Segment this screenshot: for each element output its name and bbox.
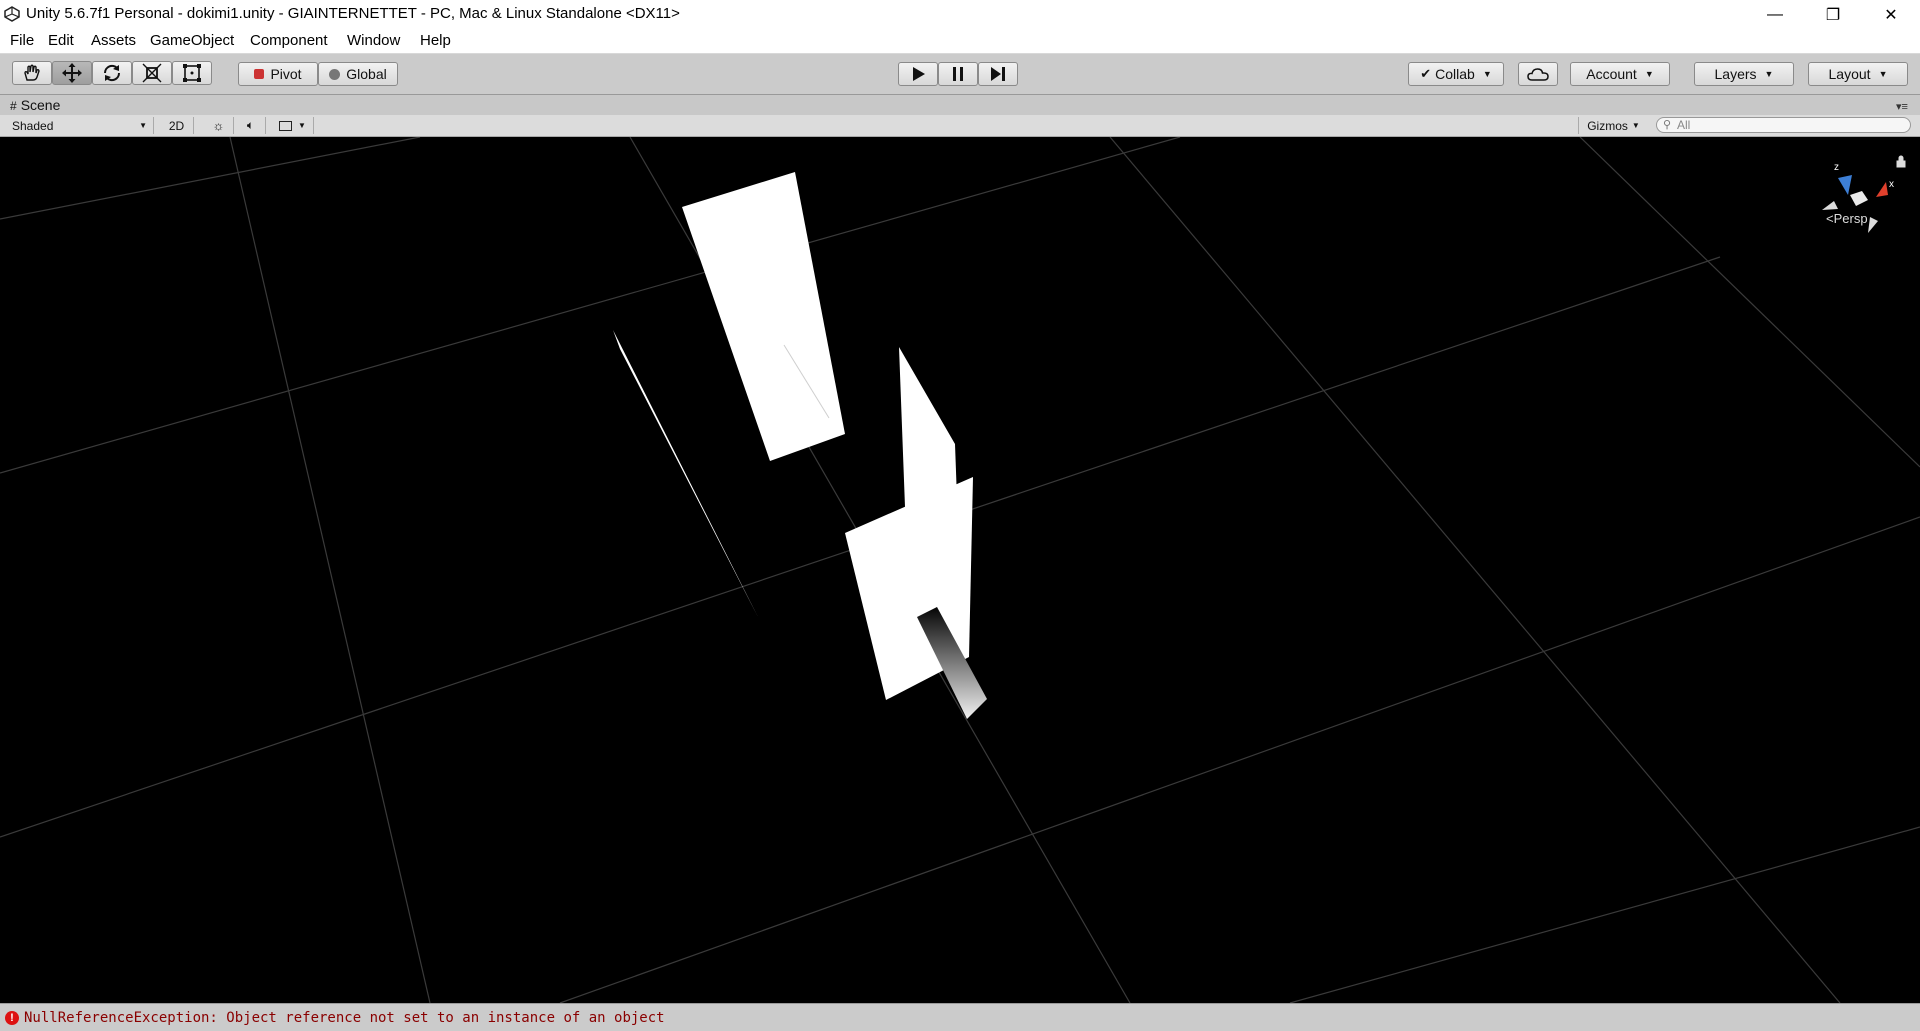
account-label: Account bbox=[1586, 66, 1637, 82]
axis-z-cone[interactable] bbox=[1838, 175, 1852, 195]
globe-icon bbox=[329, 68, 341, 80]
play-icon bbox=[913, 67, 925, 81]
persp-label[interactable]: <Persp bbox=[1826, 211, 1868, 226]
scene-viewport[interactable]: z x <Persp bbox=[0, 137, 1920, 1003]
rotate-tool-button[interactable] bbox=[92, 61, 132, 85]
menu-edit[interactable]: Edit bbox=[48, 32, 74, 49]
axis-z-label: z bbox=[1834, 162, 1839, 173]
step-icon bbox=[991, 67, 1005, 81]
search-placeholder: All bbox=[1677, 118, 1691, 132]
dropdown-caret-icon: ▼ bbox=[1631, 121, 1640, 130]
step-button[interactable] bbox=[978, 62, 1018, 86]
tab-scene[interactable]: # Scene bbox=[10, 97, 60, 113]
shading-mode-label: Shaded bbox=[12, 118, 54, 133]
error-icon: ! bbox=[5, 1011, 19, 1025]
move-tool-button[interactable] bbox=[52, 61, 92, 85]
dropdown-caret-icon: ▼ bbox=[139, 121, 147, 130]
status-bar[interactable]: ! NullReferenceException: Object referen… bbox=[0, 1003, 1920, 1031]
menu-component[interactable]: Component bbox=[250, 32, 328, 49]
hand-tool-button[interactable] bbox=[12, 61, 52, 85]
axis-neg-y-cone[interactable] bbox=[1868, 217, 1878, 233]
global-label: Global bbox=[346, 66, 387, 82]
restore-button[interactable]: ❐ bbox=[1804, 0, 1862, 29]
menu-help[interactable]: Help bbox=[420, 32, 451, 49]
shading-mode-dropdown[interactable]: Shaded ▼ bbox=[4, 117, 154, 134]
rotate-icon bbox=[103, 64, 121, 82]
account-dropdown[interactable]: Account ▼ bbox=[1570, 62, 1670, 86]
dropdown-caret-icon: ▼ bbox=[1482, 69, 1492, 79]
menu-gameobject[interactable]: GameObject bbox=[150, 32, 234, 49]
orientation-gizmo[interactable]: z x <Persp bbox=[1822, 155, 1906, 233]
menu-bar: File Edit Assets GameObject Component Wi… bbox=[0, 29, 1920, 54]
dropdown-caret-icon: ▼ bbox=[1878, 69, 1888, 79]
menu-assets[interactable]: Assets bbox=[91, 32, 136, 49]
white-quad-top[interactable] bbox=[682, 172, 845, 461]
axis-x-cone[interactable] bbox=[1876, 182, 1888, 197]
title-bar: Unity 5.6.7f1 Personal - dokimi1.unity -… bbox=[0, 0, 1920, 29]
audio-toggle-button[interactable]: 🔈︎ bbox=[236, 117, 266, 134]
scene-view-canvas[interactable]: z x <Persp bbox=[0, 137, 1920, 1003]
effects-dropdown[interactable]: ▼ bbox=[272, 117, 314, 134]
pivot-label: Pivot bbox=[270, 66, 302, 82]
white-vertical-plane[interactable] bbox=[899, 347, 957, 507]
pivot-toggle-button[interactable]: Pivot bbox=[238, 62, 318, 86]
scale-icon bbox=[142, 63, 162, 83]
checkmark-icon: ✔ bbox=[1420, 66, 1432, 81]
hand-icon bbox=[24, 64, 40, 81]
tab-scene-label: Scene bbox=[20, 97, 61, 113]
gizmos-dropdown[interactable]: Gizmos ▼ bbox=[1578, 117, 1648, 134]
toggle-2d-label: 2D bbox=[168, 118, 185, 133]
sun-icon: ☼ bbox=[212, 118, 225, 133]
unity-logo-icon bbox=[4, 6, 20, 22]
gizmos-label: Gizmos bbox=[1587, 118, 1628, 133]
minimize-button[interactable]: — bbox=[1746, 0, 1804, 29]
toggle-2d-button[interactable]: 2D bbox=[160, 117, 194, 134]
search-icon: ⚲ bbox=[1663, 119, 1672, 131]
lighting-toggle-button[interactable]: ☼ bbox=[204, 117, 234, 134]
rect-icon bbox=[183, 64, 201, 82]
cloud-icon bbox=[1527, 68, 1549, 81]
grid-icon: # bbox=[10, 99, 17, 113]
speaker-icon: 🔈︎ bbox=[246, 118, 255, 132]
menu-window[interactable]: Window bbox=[347, 32, 400, 49]
pause-icon bbox=[953, 67, 963, 81]
axis-neg-x-cone[interactable] bbox=[1822, 201, 1838, 210]
close-button[interactable]: ✕ bbox=[1862, 0, 1920, 29]
axis-x-label: x bbox=[1889, 179, 1894, 190]
padlock-icon[interactable] bbox=[1896, 155, 1906, 168]
layout-dropdown[interactable]: Layout ▼ bbox=[1808, 62, 1908, 86]
collab-dropdown[interactable]: ✔ Collab ▼ bbox=[1408, 62, 1504, 86]
dropdown-caret-icon: ▼ bbox=[298, 121, 306, 130]
gizmo-center-cube[interactable] bbox=[1850, 191, 1868, 206]
global-toggle-button[interactable]: Global bbox=[318, 62, 398, 86]
scene-search-input[interactable]: ⚲ All bbox=[1656, 117, 1911, 133]
main-toolbar: Pivot Global ✔ Collab ▼ Account ▼ Layers… bbox=[0, 54, 1920, 95]
menu-file[interactable]: File bbox=[10, 32, 34, 49]
pause-button[interactable] bbox=[938, 62, 978, 86]
dropdown-caret-icon: ▼ bbox=[1644, 69, 1654, 79]
dropdown-caret-icon: ▼ bbox=[1764, 69, 1774, 79]
layers-label: Layers bbox=[1714, 66, 1757, 82]
move-icon bbox=[62, 63, 82, 83]
scale-tool-button[interactable] bbox=[132, 61, 172, 85]
layout-label: Layout bbox=[1828, 66, 1871, 82]
scene-tab-bar: # Scene ▾≡ bbox=[0, 95, 1920, 115]
cloud-button[interactable] bbox=[1518, 62, 1558, 86]
collab-label: Collab bbox=[1435, 66, 1475, 82]
rect-tool-button[interactable] bbox=[172, 61, 212, 85]
image-icon bbox=[279, 120, 293, 131]
layers-dropdown[interactable]: Layers ▼ bbox=[1694, 62, 1794, 86]
pivot-icon bbox=[254, 69, 265, 79]
status-message[interactable]: NullReferenceException: Object reference… bbox=[24, 1010, 665, 1026]
scene-toolbar: Shaded ▼ 2D ☼ 🔈︎ ▼ Gizmos ▼ ⚲ All bbox=[0, 115, 1920, 137]
thin-sliver[interactable] bbox=[613, 330, 758, 617]
window-title: Unity 5.6.7f1 Personal - dokimi1.unity -… bbox=[26, 5, 680, 22]
play-button[interactable] bbox=[898, 62, 938, 86]
panel-menu-icon[interactable]: ▾≡ bbox=[1896, 100, 1908, 113]
